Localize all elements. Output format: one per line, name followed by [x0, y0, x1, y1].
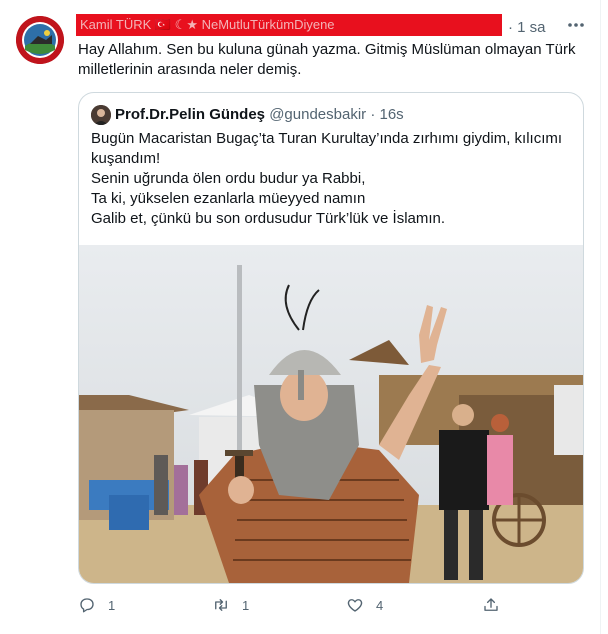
quoted-line: Galib et, çünkü bu son ordusudur Türk’lü… — [91, 210, 446, 227]
share-icon — [484, 598, 498, 611]
quoted-line: Senin uğrunda ölen ordu budur ya Rabbi, — [91, 170, 366, 187]
more-button[interactable] — [566, 15, 586, 35]
like-count: 4 — [376, 597, 384, 613]
author-name-redacted[interactable]: Kamil TÜRK 🇹🇷 ☾★ NeMutluTürkümDiyene — [76, 14, 502, 36]
quoted-header: Prof.Dr.Pelin Gündeş @gundesbakir · 16s — [115, 106, 404, 123]
tweet-text: Hay Allahım. Sen bu kuluna günah yazma. … — [78, 41, 576, 78]
retweet-icon — [215, 599, 227, 611]
logo-avatar-icon — [16, 16, 64, 64]
like-icon — [347, 599, 363, 612]
tweet-time[interactable]: · 1 sa — [508, 19, 546, 36]
quoted-line: Ta ki, yükselen ezanlarla müeyyed namın — [91, 190, 366, 207]
quoted-handle[interactable]: @gundesbakir — [269, 106, 366, 123]
tweet[interactable]: Kamil TÜRK 🇹🇷 ☾★ NeMutluTürkümDiyene · 1… — [0, 0, 601, 634]
quoted-text: Bugün Macaristan Bugaç’ta Turan Kurultay… — [91, 129, 571, 229]
quoted-name[interactable]: Prof.Dr.Pelin Gündeş — [115, 106, 265, 123]
retweet-button[interactable]: 1 — [212, 594, 249, 616]
reply-button[interactable]: 1 — [78, 594, 115, 616]
quoted-photo[interactable] — [79, 245, 583, 583]
quoted-tweet[interactable]: Prof.Dr.Pelin Gündeş @gundesbakir · 16s … — [78, 92, 584, 584]
author-name-redacted-text: Kamil TÜRK 🇹🇷 ☾★ NeMutluTürkümDiyene — [80, 17, 335, 32]
reply-count: 1 — [108, 597, 116, 613]
tweet-actions: 1 1 4 — [78, 594, 578, 616]
quoted-dot: · — [370, 106, 376, 123]
like-button[interactable]: 4 — [346, 594, 383, 616]
tweet-header: Kamil TÜRK 🇹🇷 ☾★ NeMutluTürkümDiyene · 1… — [76, 14, 584, 38]
quoted-line: Bugün Macaristan Bugaç’ta Turan Kurultay… — [91, 130, 563, 167]
share-button[interactable] — [482, 594, 512, 616]
quoted-avatar-icon — [91, 105, 111, 125]
quoted-time[interactable]: 16s — [380, 106, 404, 123]
quoted-avatar[interactable] — [91, 105, 111, 125]
reply-icon — [80, 598, 94, 613]
more-icon — [568, 23, 584, 27]
retweet-count: 1 — [242, 597, 250, 613]
author-avatar[interactable] — [16, 16, 64, 64]
